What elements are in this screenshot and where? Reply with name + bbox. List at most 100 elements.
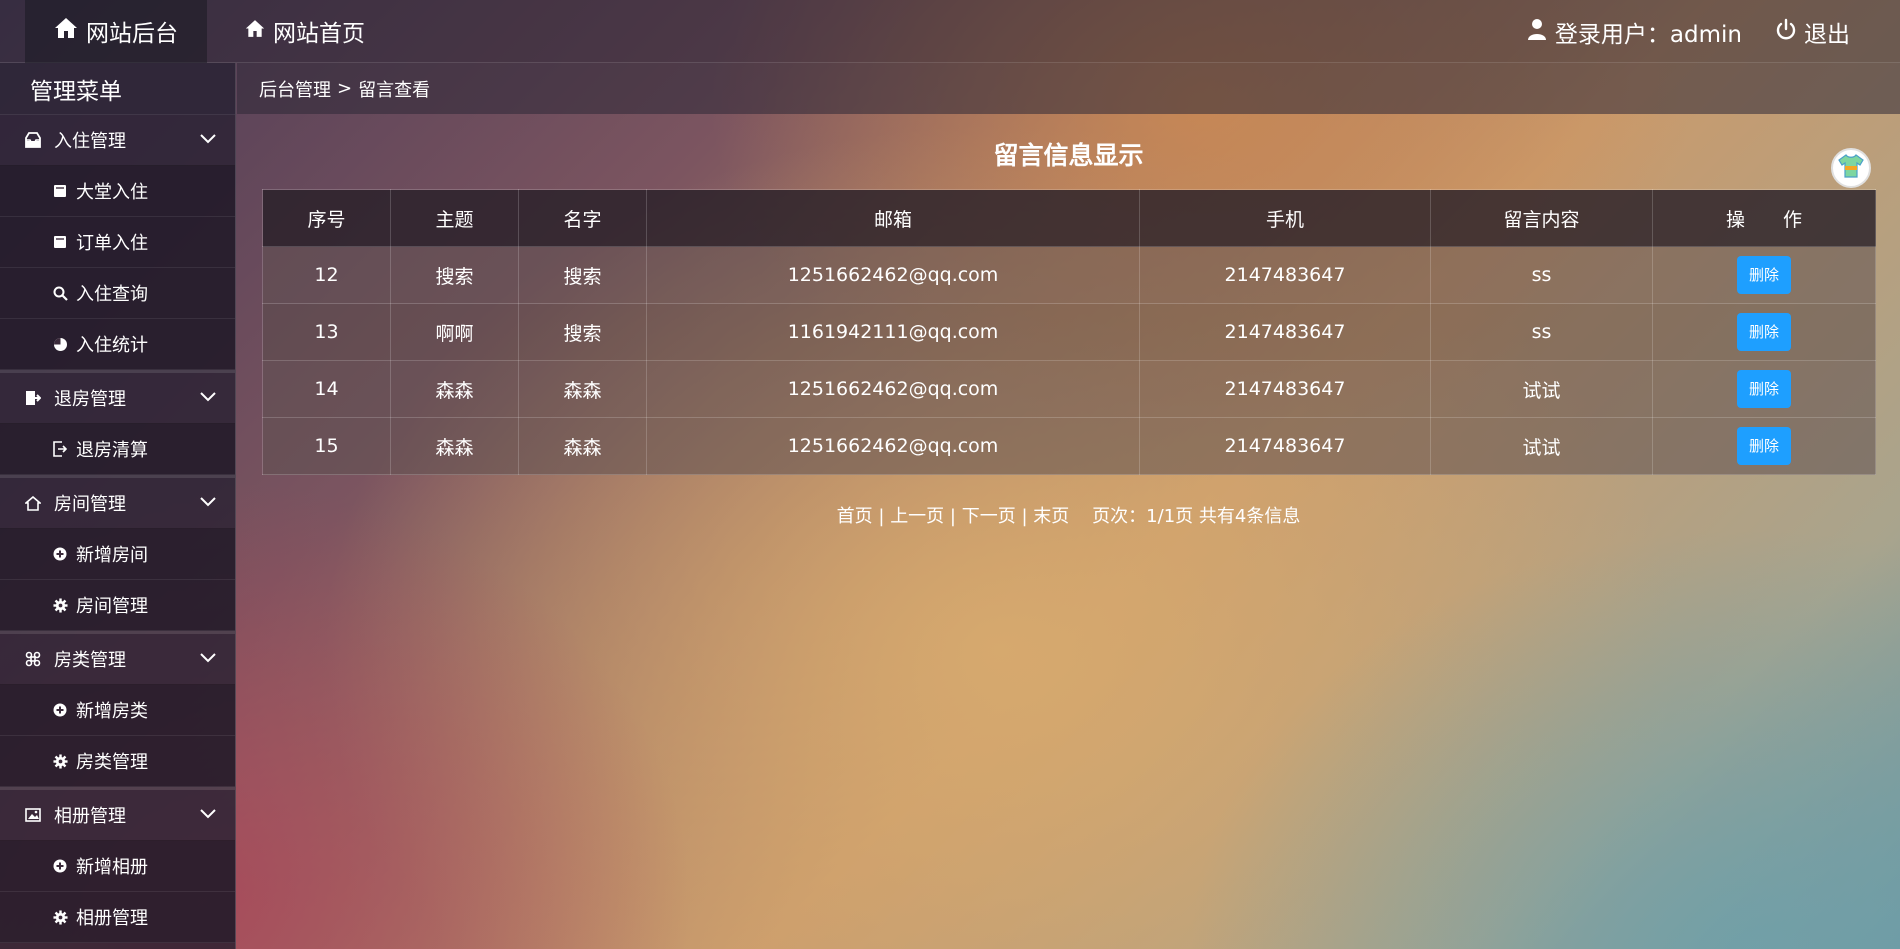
column-header: 序号 bbox=[262, 189, 391, 247]
sidebar-item-checkin-query[interactable]: 入住查询 bbox=[0, 268, 235, 319]
gear-icon bbox=[52, 909, 68, 925]
sidebar-item-label: 入住统计 bbox=[76, 335, 148, 356]
pager-divider: | bbox=[878, 506, 891, 527]
pagination: 首页 | 上一页 | 下一页 | 末页 页次：1/1页 共有4条信息 bbox=[262, 502, 1875, 528]
table-row: 14 森森 森森 1251662462@qq.com 2147483647 试试… bbox=[262, 360, 1876, 418]
sidebar-item-label: 订单入住 bbox=[76, 233, 148, 254]
cell-subject: 搜索 bbox=[390, 246, 519, 304]
sidebar-item-add-room-type[interactable]: 新增房类 bbox=[0, 685, 235, 736]
chevron-down-icon bbox=[199, 804, 217, 825]
delete-button[interactable]: 删除 bbox=[1737, 313, 1791, 351]
pager-prev[interactable]: 上一页 bbox=[890, 506, 944, 527]
cell-content: ss bbox=[1430, 303, 1653, 361]
user-label: 登录用户：admin bbox=[1554, 21, 1742, 48]
brand-label: 网站后台 bbox=[86, 21, 178, 47]
sidebar-group-label: 房间管理 bbox=[54, 494, 126, 515]
sidebar-item-label: 相册管理 bbox=[76, 908, 148, 929]
site-home-label: 网站首页 bbox=[273, 21, 365, 47]
column-header: 手机 bbox=[1139, 189, 1431, 247]
cell-content: 试试 bbox=[1430, 360, 1653, 418]
logout-button[interactable]: 退出 bbox=[1776, 15, 1850, 49]
sidebar-item-label: 退房清算 bbox=[76, 440, 148, 461]
sidebar-title: 管理菜单 bbox=[0, 63, 235, 115]
top-navbar: 网站后台 网站首页 登录用户：admin 退出 bbox=[0, 0, 1900, 63]
logout-label: 退出 bbox=[1804, 21, 1850, 48]
pager-divider: | bbox=[949, 506, 962, 527]
plus-circle-icon bbox=[52, 547, 68, 561]
cell-name: 森森 bbox=[518, 417, 647, 475]
inbox-icon bbox=[24, 132, 42, 148]
chevron-down-icon bbox=[199, 387, 217, 408]
command-icon bbox=[24, 651, 42, 667]
sidebar-item-album-manage[interactable]: 相册管理 bbox=[0, 892, 235, 943]
sidebar-group-label: 入住管理 bbox=[54, 131, 126, 152]
brand-link[interactable]: 网站后台 bbox=[25, 0, 207, 63]
sidebar-item-label: 大堂入住 bbox=[76, 182, 148, 203]
table-row: 15 森森 森森 1251662462@qq.com 2147483647 试试… bbox=[262, 417, 1876, 475]
sidebar-item-order-checkin[interactable]: 订单入住 bbox=[0, 217, 235, 268]
current-user: 登录用户：admin bbox=[1527, 15, 1742, 49]
power-icon bbox=[1776, 18, 1796, 46]
sidebar-group-room-types[interactable]: 房类管理 bbox=[0, 634, 235, 685]
sidebar-item-room-manage[interactable]: 房间管理 bbox=[0, 580, 235, 631]
delete-button[interactable]: 删除 bbox=[1737, 370, 1791, 408]
theme-switch-button[interactable] bbox=[1831, 148, 1871, 188]
delete-button[interactable]: 删除 bbox=[1737, 427, 1791, 465]
sidebar-item-lobby-checkin[interactable]: 大堂入住 bbox=[0, 166, 235, 217]
column-header: 操 作 bbox=[1652, 189, 1876, 247]
home-icon bbox=[245, 18, 265, 44]
checkout-icon bbox=[24, 390, 42, 406]
note-icon bbox=[52, 235, 68, 249]
gear-icon bbox=[52, 597, 68, 613]
cell-action: 删除 bbox=[1652, 303, 1876, 361]
exit-icon bbox=[52, 441, 68, 457]
sidebar-item-label: 新增房类 bbox=[76, 701, 148, 722]
messages-table: 序号 主题 名字 邮箱 手机 留言内容 操 作 12 搜索 搜索 1251662… bbox=[262, 189, 1876, 475]
sidebar-group-label: 房类管理 bbox=[54, 650, 126, 671]
cell-id: 15 bbox=[262, 417, 391, 475]
column-header: 邮箱 bbox=[646, 189, 1140, 247]
cell-email: 1251662462@qq.com bbox=[646, 246, 1140, 304]
sidebar-group-rooms[interactable]: 房间管理 bbox=[0, 478, 235, 529]
breadcrumb-root[interactable]: 后台管理 bbox=[259, 76, 331, 102]
cell-action: 删除 bbox=[1652, 417, 1876, 475]
cell-action: 删除 bbox=[1652, 246, 1876, 304]
cell-id: 12 bbox=[262, 246, 391, 304]
cell-phone: 2147483647 bbox=[1139, 246, 1431, 304]
site-home-link[interactable]: 网站首页 bbox=[245, 14, 365, 48]
sidebar-group-checkout[interactable]: 退房管理 bbox=[0, 373, 235, 424]
cell-content: 试试 bbox=[1430, 417, 1653, 475]
sidebar-item-add-album[interactable]: 新增相册 bbox=[0, 841, 235, 892]
delete-button[interactable]: 删除 bbox=[1737, 256, 1791, 294]
note-icon bbox=[52, 184, 68, 198]
home-icon bbox=[24, 495, 42, 511]
cell-subject: 森森 bbox=[390, 360, 519, 418]
pager-next[interactable]: 下一页 bbox=[962, 506, 1016, 527]
sidebar-group-albums[interactable]: 相册管理 bbox=[0, 790, 235, 841]
pager-info: 页次：1/1页 共有4条信息 bbox=[1092, 506, 1301, 527]
pager-first[interactable]: 首页 bbox=[837, 506, 873, 527]
sidebar-item-label: 新增房间 bbox=[76, 545, 148, 566]
cell-phone: 2147483647 bbox=[1139, 360, 1431, 418]
cell-name: 搜索 bbox=[518, 246, 647, 304]
pager-spacer bbox=[1075, 506, 1086, 527]
cell-name: 搜索 bbox=[518, 303, 647, 361]
plus-circle-icon bbox=[52, 703, 68, 717]
image-icon bbox=[24, 808, 42, 822]
cell-phone: 2147483647 bbox=[1139, 303, 1431, 361]
chevron-down-icon bbox=[199, 129, 217, 150]
sidebar-item-room-type-manage[interactable]: 房类管理 bbox=[0, 736, 235, 787]
table-row: 12 搜索 搜索 1251662462@qq.com 2147483647 ss… bbox=[262, 246, 1876, 304]
chevron-down-icon bbox=[199, 648, 217, 669]
sidebar-item-checkin-stats[interactable]: 入住统计 bbox=[0, 319, 235, 370]
user-icon bbox=[1527, 18, 1547, 46]
sidebar-item-checkout-settle[interactable]: 退房清算 bbox=[0, 424, 235, 475]
column-header: 名字 bbox=[518, 189, 647, 247]
search-icon bbox=[52, 286, 68, 301]
sidebar-group-checkin[interactable]: 入住管理 bbox=[0, 115, 235, 166]
cell-id: 14 bbox=[262, 360, 391, 418]
gear-icon bbox=[52, 753, 68, 769]
table-header-row: 序号 主题 名字 邮箱 手机 留言内容 操 作 bbox=[262, 189, 1876, 247]
sidebar-item-add-room[interactable]: 新增房间 bbox=[0, 529, 235, 580]
pager-last[interactable]: 末页 bbox=[1033, 506, 1069, 527]
